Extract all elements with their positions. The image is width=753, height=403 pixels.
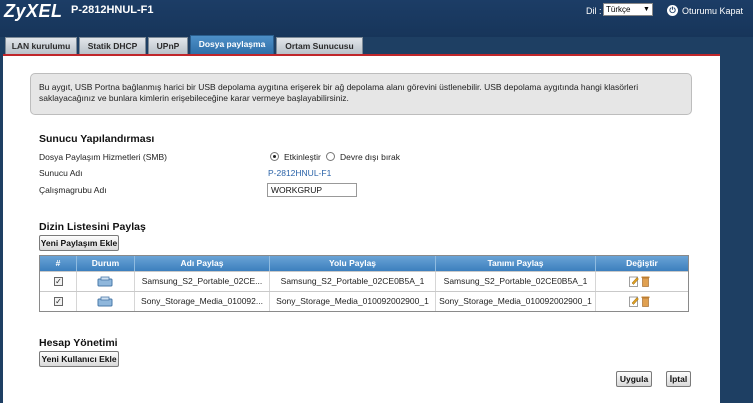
server-config-title: Sunucu Yapılandırması xyxy=(39,133,155,145)
model-name: P-2812HNUL-F1 xyxy=(71,4,154,16)
table-row: ✓ Sony_Storage_Media_010092... Sony_Stor… xyxy=(40,291,688,311)
row-index-cell: ✓ xyxy=(40,272,77,291)
server-name-label: Sunucu Adı xyxy=(39,168,83,178)
row-checkbox[interactable]: ✓ xyxy=(54,297,63,306)
disable-label: Devre dışı bırak xyxy=(340,152,400,162)
language-label: Dil : xyxy=(586,6,602,16)
row-checkbox[interactable]: ✓ xyxy=(54,277,63,286)
col-share-name: Adı Paylaş xyxy=(135,256,270,271)
usb-drive-icon xyxy=(97,296,113,307)
chevron-down-icon: ▼ xyxy=(643,6,650,13)
col-index: # xyxy=(40,256,77,271)
info-notice: Bu aygıt, USB Portna bağlanmış harici bi… xyxy=(30,73,692,115)
share-name-cell: Sony_Storage_Media_010092... xyxy=(135,292,270,311)
edit-icon[interactable] xyxy=(629,295,639,307)
row-index-cell: ✓ xyxy=(40,292,77,311)
tab-static-dhcp[interactable]: Statik DHCP xyxy=(79,37,146,54)
tab-lan-setup[interactable]: LAN kurulumu xyxy=(5,37,77,54)
table-header: # Durum Adı Paylaş Yolu Paylaş Tanımı Pa… xyxy=(40,256,688,271)
tab-upnp[interactable]: UPnP xyxy=(148,37,188,54)
top-header: ZyXEL P-2812HNUL-F1 Dil : Türkçe ▼ ⏻ Otu… xyxy=(0,0,753,37)
logout-icon[interactable]: ⏻ xyxy=(667,5,678,16)
trash-icon[interactable] xyxy=(641,275,650,287)
col-modify: Değiştir xyxy=(626,258,658,268)
add-share-button[interactable]: Yeni Paylaşım Ekle xyxy=(39,235,119,251)
cancel-button[interactable]: İptal xyxy=(666,371,691,387)
add-user-button[interactable]: Yeni Kullanıcı Ekle xyxy=(39,351,119,367)
disable-radio[interactable] xyxy=(326,152,335,161)
logout-link[interactable]: Oturumu Kapat xyxy=(682,6,743,16)
share-description-cell: Sony_Storage_Media_010092002900_1 xyxy=(436,292,596,311)
account-title: Hesap Yönetimi xyxy=(39,337,118,349)
share-list-title: Dizin Listesini Paylaş xyxy=(39,221,146,233)
workgroup-label: Çalışmagrubu Adı xyxy=(39,185,107,195)
col-share-description: Tanımı Paylaş xyxy=(436,256,596,271)
workgroup-input[interactable]: WORKGRUP xyxy=(267,183,357,197)
language-value: Türkçe xyxy=(606,5,631,14)
col-status: Durum xyxy=(77,256,135,271)
zyxel-logo: ZyXEL xyxy=(4,1,63,21)
tab-media-server[interactable]: Ortam Sunucusu xyxy=(276,37,363,54)
enable-label: Etkinleştir xyxy=(284,152,321,162)
share-path-cell: Sony_Storage_Media_010092002900_1 xyxy=(270,292,436,311)
tab-file-sharing[interactable]: Dosya paylaşma xyxy=(190,35,274,54)
share-description-cell: Samsung_S2_Portable_02CE0B5A_1 xyxy=(436,272,596,291)
enable-radio[interactable] xyxy=(270,152,279,161)
trash-icon[interactable] xyxy=(641,295,650,307)
col-share-path: Yolu Paylaş xyxy=(270,256,436,271)
apply-button[interactable]: Uygula xyxy=(616,371,652,387)
language-select[interactable]: Türkçe ▼ xyxy=(603,3,653,16)
smb-label: Dosya Paylaşım Hizmetleri (SMB) xyxy=(39,152,167,162)
right-edge xyxy=(720,54,753,403)
share-table: # Durum Adı Paylaş Yolu Paylaş Tanımı Pa… xyxy=(39,255,689,312)
server-name-value: P-2812HNUL-F1 xyxy=(268,168,332,178)
edit-icon[interactable] xyxy=(629,275,639,287)
share-path-cell: Samsung_S2_Portable_02CE0B5A_1 xyxy=(270,272,436,291)
table-row: ✓ Samsung_S2_Portable_02CE... Samsung_S2… xyxy=(40,271,688,291)
share-name-cell: Samsung_S2_Portable_02CE... xyxy=(135,272,270,291)
usb-drive-icon xyxy=(97,276,113,287)
